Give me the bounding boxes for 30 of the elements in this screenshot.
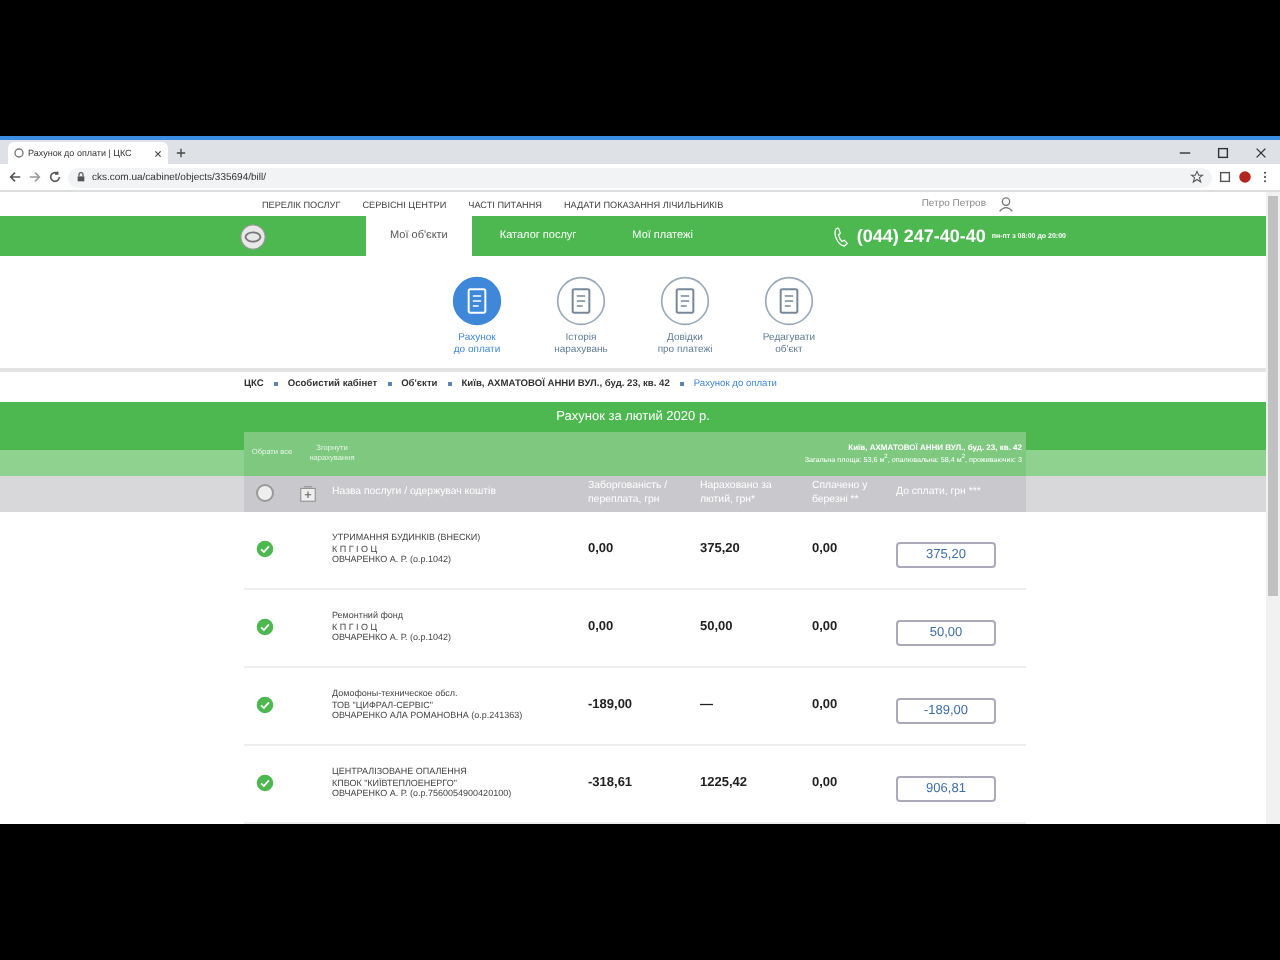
check-icon[interactable] <box>255 774 273 792</box>
reload-icon[interactable] <box>48 170 62 184</box>
document-icon <box>764 276 814 326</box>
document-icon <box>556 276 606 326</box>
avatar-icon[interactable] <box>1238 170 1252 184</box>
check-icon[interactable] <box>255 540 273 558</box>
back-arrow-icon[interactable] <box>8 170 22 184</box>
document-icon <box>660 276 710 326</box>
maximize-icon[interactable] <box>1216 146 1230 160</box>
star-icon[interactable] <box>1190 170 1204 184</box>
breadcrumb-separator <box>387 382 392 386</box>
check-icon[interactable] <box>255 618 273 636</box>
extension-icon[interactable] <box>1218 170 1232 184</box>
new-tab-icon[interactable] <box>176 148 186 158</box>
document-icon <box>452 276 502 326</box>
lock-icon <box>76 172 86 182</box>
breadcrumb-separator <box>273 382 278 386</box>
breadcrumb-separator <box>679 382 684 386</box>
logo-icon[interactable] <box>240 223 266 249</box>
breadcrumb-separator <box>447 382 452 386</box>
select-all-checkbox[interactable] <box>255 484 273 502</box>
user-icon[interactable] <box>998 196 1014 212</box>
close-icon[interactable] <box>154 149 162 157</box>
forward-arrow-icon[interactable] <box>28 170 42 184</box>
expand-icon[interactable] <box>300 485 316 501</box>
close-icon[interactable] <box>1254 146 1268 160</box>
check-icon[interactable] <box>255 696 273 714</box>
scrollbar-thumb[interactable] <box>1268 196 1278 596</box>
phone-icon <box>832 225 851 247</box>
minimize-icon[interactable] <box>1178 146 1192 160</box>
